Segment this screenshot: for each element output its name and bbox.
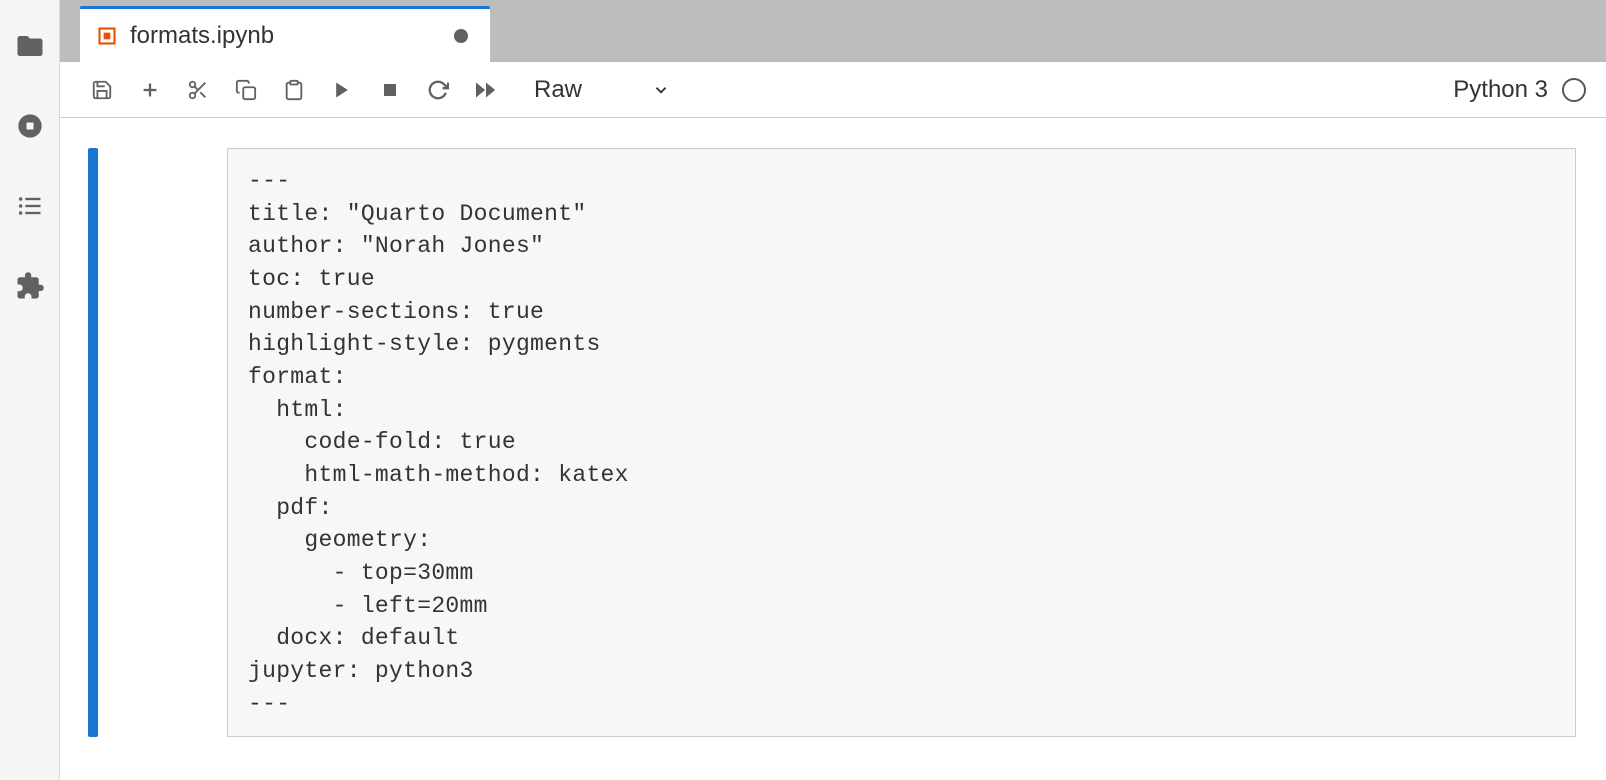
tab-label: formats.ipynb: [130, 22, 442, 50]
chevron-down-icon: [652, 81, 670, 99]
restart-button[interactable]: [416, 68, 460, 112]
tab-formats[interactable]: formats.ipynb: [80, 6, 490, 62]
copy-button[interactable]: [224, 68, 268, 112]
kernel-status-indicator[interactable]: [1562, 78, 1586, 102]
activity-sidebar: [0, 0, 60, 780]
cut-button[interactable]: [176, 68, 220, 112]
interrupt-button[interactable]: [368, 68, 412, 112]
running-icon[interactable]: [14, 110, 46, 142]
toc-icon[interactable]: [14, 190, 46, 222]
cell-type-selector[interactable]: Raw: [522, 76, 682, 104]
folder-icon[interactable]: [14, 30, 46, 62]
cell-input-collapser[interactable]: [112, 148, 227, 737]
tab-bar: formats.ipynb: [60, 0, 1606, 62]
cell-selection-bar[interactable]: [88, 148, 98, 737]
notebook-content[interactable]: --- title: "Quarto Document" author: "No…: [60, 118, 1606, 780]
notebook-toolbar: Raw Python 3: [60, 62, 1606, 118]
save-button[interactable]: [80, 68, 124, 112]
extensions-icon[interactable]: [14, 270, 46, 302]
tab-dirty-indicator: [454, 29, 468, 43]
main-area: formats.ipynb Raw: [60, 0, 1606, 780]
cell-type-label: Raw: [534, 76, 582, 104]
raw-cell[interactable]: --- title: "Quarto Document" author: "No…: [88, 148, 1576, 737]
run-button[interactable]: [320, 68, 364, 112]
notebook-icon: [96, 25, 118, 47]
cell-editor[interactable]: --- title: "Quarto Document" author: "No…: [227, 148, 1576, 737]
paste-button[interactable]: [272, 68, 316, 112]
kernel-name[interactable]: Python 3: [1453, 76, 1548, 104]
restart-run-all-button[interactable]: [464, 68, 508, 112]
insert-cell-button[interactable]: [128, 68, 172, 112]
cell-content[interactable]: --- title: "Quarto Document" author: "No…: [248, 165, 1555, 720]
